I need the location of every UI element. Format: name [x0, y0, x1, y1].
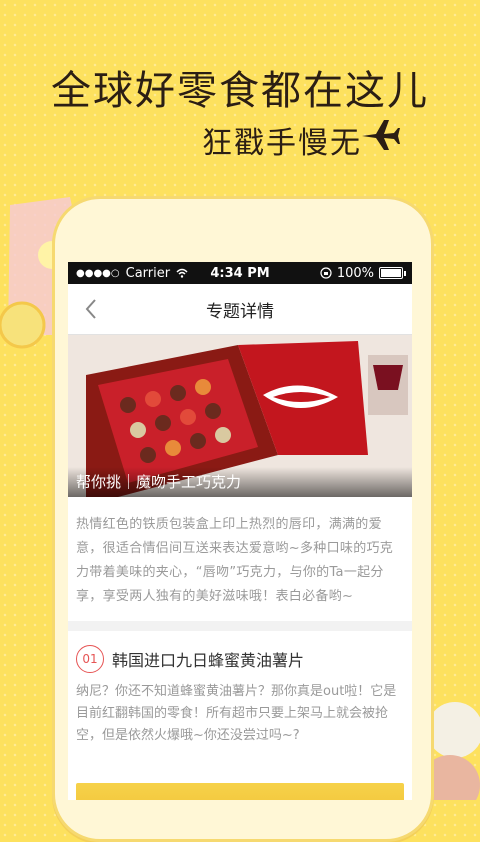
lock-rotation-icon — [320, 267, 332, 279]
nav-bar: 专题详情 — [68, 284, 412, 335]
hero-caption: 帮你挑｜魔吻手工巧克力 — [68, 467, 412, 497]
airplane-icon — [362, 120, 400, 150]
topic-description: 热情红色的铁质包装盒上印上热烈的唇印，满满的爱意，很适合情侣间互送来表达爱意哟~… — [68, 497, 412, 621]
status-bar: ●●●●○ Carrier 4:34 PM 100% — [68, 262, 412, 284]
back-chevron-icon[interactable] — [84, 297, 98, 321]
item-description: 纳尼？你还不知道蜂蜜黄油薯片？那你真是out啦！它是目前红翻韩国的零食！所有超市… — [76, 684, 397, 743]
item-title: 韩国进口九日蜂蜜黄油薯片 — [112, 651, 305, 670]
chips-product-image — [76, 783, 404, 800]
list-item[interactable]: 01 韩国进口九日蜂蜜黄油薯片 纳尼？你还不知道蜂蜜黄油薯片？那你真是out啦！… — [68, 631, 412, 800]
page-title: 专题详情 — [206, 301, 274, 322]
promo-subline: 狂戳手慢无 — [202, 126, 362, 161]
promo-headline: 全球好零食都在这儿 — [51, 68, 429, 114]
item-number-badge: 01 — [76, 645, 104, 673]
hero-banner[interactable]: 帮你挑｜魔吻手工巧克力 — [68, 335, 412, 497]
battery-percent: 100% — [336, 265, 374, 281]
phone-screen: ●●●●○ Carrier 4:34 PM 100% 专题详情 帮你挑｜魔吻手工… — [68, 262, 412, 800]
battery-icon — [379, 267, 403, 279]
